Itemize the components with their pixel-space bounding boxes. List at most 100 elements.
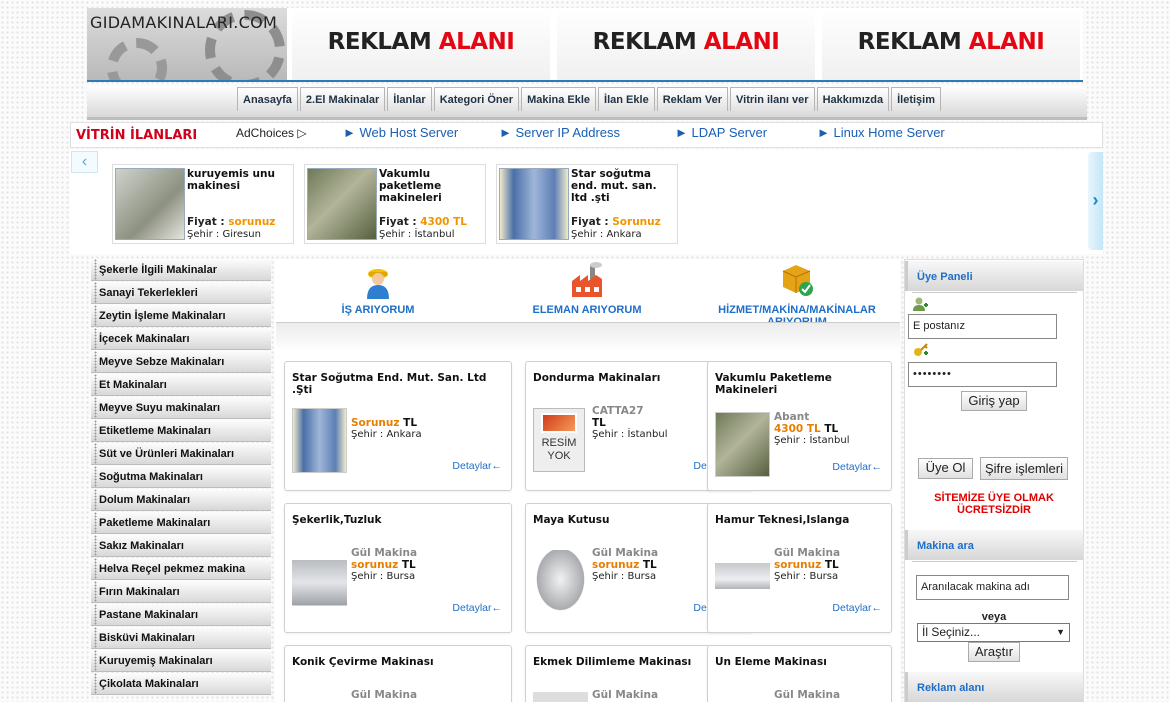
feature-service-seeking[interactable]: HİZMET/MAKİNA/MAKİNALAR ARIYORUM: [707, 261, 887, 328]
category-item[interactable]: Fırın Makinaları: [91, 581, 271, 603]
listing-title[interactable]: Un Eleme Makinası: [715, 656, 930, 668]
adchoices-link[interactable]: AdChoices ▷: [236, 126, 307, 140]
category-item[interactable]: Sakız Makinaları: [91, 535, 271, 557]
nav-used-machines[interactable]: 2.El Makinalar: [299, 87, 386, 111]
listing-card[interactable]: Hamur Teknesi,Islanga Gül Makina sorunuz…: [707, 503, 892, 633]
nav-showcase-listing[interactable]: Vitrin ilanı ver: [730, 87, 815, 111]
category-item[interactable]: Zeytin İşleme Makinaları: [91, 305, 271, 327]
category-item[interactable]: İçecek Makinaları: [91, 328, 271, 350]
details-link[interactable]: Detaylar←: [452, 460, 502, 472]
ad-link-ldap[interactable]: ► LDAP Server: [675, 125, 767, 140]
slider-next-button[interactable]: ›: [1088, 152, 1103, 250]
showcase-item[interactable]: Star soğutma end. mut. san. ltd .şti Fiy…: [496, 164, 678, 244]
ad-banner-1[interactable]: REKLAM ALANI: [292, 8, 550, 80]
listing-title[interactable]: Star Soğutma End. Mut. San. Ltd .Şti: [292, 372, 507, 396]
login-button[interactable]: Giriş yap: [961, 391, 1027, 411]
content-divider: [276, 322, 900, 352]
signup-button[interactable]: Üye Ol: [918, 458, 973, 479]
category-item[interactable]: Dolum Makinaları: [91, 489, 271, 511]
city-select[interactable]: İl Seçiniz... ▼: [917, 623, 1070, 642]
ad-link-linux[interactable]: ► Linux Home Server: [817, 125, 945, 140]
listing-title[interactable]: Vakumlu Paketleme Makineleri: [715, 372, 885, 396]
category-item[interactable]: Pastane Makinaları: [91, 604, 271, 626]
feature-label[interactable]: İŞ ARIYORUM: [288, 304, 468, 316]
category-item[interactable]: Bisküvi Makinaları: [91, 627, 271, 649]
category-item[interactable]: Paketleme Makinaları: [91, 512, 271, 534]
category-item[interactable]: Şekerle İlgili Makinalar: [91, 259, 271, 281]
nav-add-listing[interactable]: İlan Ekle: [598, 87, 655, 111]
listing-image[interactable]: [292, 550, 347, 615]
nav-add-machine[interactable]: Makina Ekle: [521, 87, 597, 111]
nav-contact[interactable]: İletişim: [891, 87, 942, 111]
password-field[interactable]: ••••••••: [908, 362, 1057, 387]
category-item[interactable]: Meyve Sebze Makinaları: [91, 351, 271, 373]
category-item[interactable]: Helva Reçel pekmez makina: [91, 558, 271, 580]
details-link[interactable]: Detaylar←: [832, 602, 882, 614]
product-thumbnail[interactable]: [307, 168, 377, 240]
listing-price: sorunuz: [774, 559, 822, 571]
category-item[interactable]: Et Makinaları: [91, 374, 271, 396]
category-item[interactable]: Kuruyemiş Makinaları: [91, 650, 271, 672]
ad-link-server-ip[interactable]: ► Server IP Address: [499, 125, 620, 140]
factory-icon: [572, 262, 602, 297]
machine-search-input[interactable]: Aranılacak makina adı: [916, 575, 1069, 600]
showcase-item-price: Sorunuz: [612, 216, 661, 228]
listing-image[interactable]: [715, 412, 770, 477]
nav-home[interactable]: Anasayfa: [237, 87, 298, 111]
city-select-value: İl Seçiniz...: [922, 625, 981, 639]
nav-about[interactable]: Hakkımızda: [816, 87, 890, 111]
details-link[interactable]: Detaylar←: [452, 602, 502, 614]
logo-text: GIDAMAKINALARI.COM: [90, 13, 278, 32]
category-item[interactable]: Meyve Suyu makinaları: [91, 397, 271, 419]
listing-image[interactable]: [533, 692, 588, 702]
listing-title[interactable]: Şekerlik,Tuzluk: [292, 514, 507, 526]
category-sidebar: Şekerle İlgili Makinalar Sanayi Tekerlek…: [91, 259, 271, 696]
showcase-item[interactable]: kuruyemis unu makinesi Fiyat : sorunuz Ş…: [112, 164, 294, 244]
feature-job-seeking[interactable]: İŞ ARIYORUM: [288, 261, 468, 316]
product-thumbnail[interactable]: [499, 168, 569, 240]
listing-card[interactable]: Şekerlik,Tuzluk Gül Makina sorunuz TL Şe…: [284, 503, 512, 633]
category-item[interactable]: Sanayi Tekerlekleri: [91, 282, 271, 304]
nav-suggest-category[interactable]: Kategori Öner: [433, 87, 520, 111]
category-item[interactable]: Soğutma Makinaları: [91, 466, 271, 488]
listing-image[interactable]: [292, 408, 347, 473]
main-nav: Anasayfa 2.El Makinalar İlanlar Kategori…: [237, 87, 943, 111]
listing-title[interactable]: Konik Çevirme Makinası: [292, 656, 507, 668]
showcase-title: VİTRİN İLANLARI: [76, 128, 198, 143]
listing-card[interactable]: Star Soğutma End. Mut. San. Ltd .Şti Sor…: [284, 361, 512, 491]
listing-card[interactable]: Konik Çevirme Makinası Gül Makina: [284, 645, 512, 702]
details-link[interactable]: Detaylar←: [832, 461, 882, 473]
nav-advertise[interactable]: Reklam Ver: [656, 87, 729, 111]
feature-employee-seeking[interactable]: ELEMAN ARIYORUM: [497, 261, 677, 316]
category-item[interactable]: Süt ve Ürünleri Makinaları: [91, 443, 271, 465]
listing-price: 4300 TL: [774, 423, 821, 435]
showcase-item-price: 4300 TL: [420, 216, 467, 228]
key-add-icon: [914, 343, 928, 356]
password-operations-button[interactable]: Şifre işlemleri: [980, 457, 1068, 480]
category-item[interactable]: Etiketleme Makinaları: [91, 420, 271, 442]
ad-link-web-host[interactable]: ► Web Host Server: [343, 125, 458, 140]
showcase-item[interactable]: Vakumlu paketleme makineleri Fiyat : 430…: [304, 164, 486, 244]
feature-label[interactable]: ELEMAN ARIYORUM: [497, 304, 677, 316]
slider-prev-button[interactable]: ‹: [71, 151, 98, 173]
category-item[interactable]: Çikolata Makinaları: [91, 673, 271, 695]
nav-listings[interactable]: İlanlar: [387, 87, 432, 111]
no-image-placeholder[interactable]: RESİM YOK: [533, 408, 585, 472]
listing-image[interactable]: [715, 550, 770, 615]
site-logo[interactable]: GIDAMAKINALARI.COM: [87, 8, 287, 80]
listing-city: İstanbul: [627, 429, 668, 440]
ad-banner-2[interactable]: REKLAM ALANI: [557, 8, 815, 80]
or-label: veya: [981, 611, 1007, 623]
listing-card[interactable]: Vakumlu Paketleme Makineleri Abant 4300 …: [707, 361, 892, 491]
ad-banner-3[interactable]: REKLAM ALANI: [822, 8, 1080, 80]
showcase-item-title[interactable]: Star soğutma end. mut. san. ltd .şti: [571, 168, 676, 204]
email-field[interactable]: E postanız: [908, 314, 1057, 339]
no-image-text: RESİM YOK: [541, 437, 577, 462]
showcase-item-title[interactable]: Vakumlu paketleme makineleri: [379, 168, 484, 204]
product-thumbnail[interactable]: [115, 168, 185, 240]
showcase-item-title[interactable]: kuruyemis unu makinesi: [187, 168, 292, 192]
search-button[interactable]: Araştır: [968, 642, 1020, 662]
listing-title[interactable]: Hamur Teknesi,Islanga: [715, 514, 930, 526]
listing-image[interactable]: [533, 550, 588, 615]
listing-card[interactable]: Un Eleme Makinası Gül Makina: [707, 645, 892, 702]
